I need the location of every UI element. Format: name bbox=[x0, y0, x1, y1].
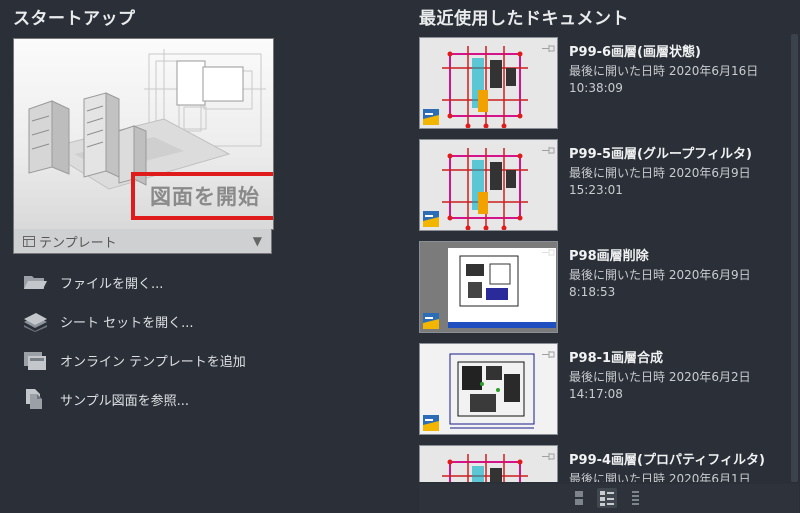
document-last-opened: 最後に開いた日時 2020年6月1日 bbox=[569, 472, 751, 482]
template-label: テンプレート bbox=[39, 235, 117, 251]
template-dropdown[interactable]: テンプレート ▼ bbox=[13, 229, 272, 254]
document-name[interactable]: P99-4画層(プロパティフィルタ) bbox=[569, 449, 765, 468]
document-thumbnail bbox=[419, 37, 558, 129]
recent-documents-list[interactable]: P99-6画層(画層状態) 最後に開いた日時 2020年6月16日 10:38:… bbox=[419, 34, 788, 482]
document-time: 15:23:01 bbox=[569, 183, 623, 197]
chevron-down-icon[interactable]: ▼ bbox=[253, 234, 262, 248]
document-time: 14:17:08 bbox=[569, 387, 623, 401]
recent-document-item[interactable]: P99-6画層(画層状態) 最後に開いた日時 2020年6月16日 10:38:… bbox=[419, 37, 788, 129]
floor-plan-thumbnail bbox=[442, 148, 528, 230]
list-preview-icon bbox=[600, 491, 614, 506]
open-sheet-set-link[interactable]: シート セットを開く... bbox=[22, 309, 194, 333]
pin-icon[interactable] bbox=[541, 146, 555, 155]
add-online-template-link[interactable]: オンライン テンプレートを追加 bbox=[22, 348, 246, 372]
scrollbar-thumb[interactable] bbox=[791, 34, 798, 482]
start-drawing-tile[interactable]: 図面を開始 bbox=[13, 38, 274, 230]
sample-drawing-icon bbox=[26, 389, 42, 409]
pin-icon[interactable] bbox=[541, 248, 555, 257]
recent-document-item[interactable]: P98画層削除 最後に開いた日時 2020年6月9日 8:18:53 bbox=[419, 241, 788, 333]
large-icon-view-button[interactable] bbox=[569, 488, 589, 508]
recent-scrollbar[interactable] bbox=[791, 34, 798, 482]
browse-sample-drawings-link[interactable]: サンプル図面を参照... bbox=[22, 387, 189, 411]
start-drawing-label[interactable]: 図面を開始 bbox=[131, 172, 273, 220]
document-last-opened: 最後に開いた日時 2020年6月2日 bbox=[569, 370, 751, 384]
add-online-template-label: オンライン テンプレートを追加 bbox=[60, 354, 246, 370]
browse-sample-drawings-label: サンプル図面を参照... bbox=[60, 393, 190, 409]
floor-plan-thumbnail bbox=[442, 46, 528, 128]
list-icon bbox=[632, 491, 639, 505]
dwg-file-icon bbox=[423, 415, 439, 431]
list-view-button[interactable] bbox=[625, 488, 645, 508]
document-thumbnail bbox=[419, 445, 558, 482]
startup-heading: スタートアップ bbox=[13, 9, 136, 29]
template-icon bbox=[23, 235, 35, 247]
folder-icon bbox=[24, 276, 47, 289]
document-last-opened: 最後に開いた日時 2020年6月16日 bbox=[569, 64, 759, 78]
list-with-preview-view-button[interactable] bbox=[597, 488, 617, 508]
open-file-label: ファイルを開く... bbox=[60, 276, 164, 292]
document-thumbnail bbox=[419, 139, 558, 231]
document-time: 10:38:09 bbox=[569, 81, 623, 95]
document-thumbnail bbox=[419, 241, 558, 333]
open-file-link[interactable]: ファイルを開く... bbox=[22, 270, 163, 294]
pin-icon[interactable] bbox=[541, 44, 555, 53]
recent-document-item[interactable]: P99-4画層(プロパティフィルタ) 最後に開いた日時 2020年6月1日 bbox=[419, 445, 788, 482]
sheet-set-icon bbox=[24, 313, 47, 332]
floor-plan-thumbnail bbox=[442, 454, 528, 482]
dwg-file-icon bbox=[423, 313, 439, 329]
dwg-file-icon bbox=[423, 109, 439, 125]
dwg-file-icon bbox=[423, 211, 439, 227]
online-template-icon bbox=[24, 352, 46, 370]
large-icons-icon bbox=[575, 491, 583, 505]
open-sheet-set-label: シート セットを開く... bbox=[60, 315, 194, 331]
document-name[interactable]: P99-6画層(画層状態) bbox=[569, 41, 701, 60]
document-time: 8:18:53 bbox=[569, 285, 616, 299]
layout-thumbnail bbox=[448, 248, 556, 328]
pin-icon[interactable] bbox=[541, 452, 555, 461]
document-last-opened: 最後に開いた日時 2020年6月9日 bbox=[569, 166, 751, 180]
document-name[interactable]: P98-1画層合成 bbox=[569, 347, 663, 366]
view-mode-bar bbox=[419, 484, 799, 513]
document-name[interactable]: P98画層削除 bbox=[569, 245, 649, 264]
document-last-opened: 最後に開いた日時 2020年6月9日 bbox=[569, 268, 751, 282]
recent-documents-heading: 最近使用したドキュメント bbox=[419, 9, 629, 29]
document-name[interactable]: P99-5画層(グループフィルタ) bbox=[569, 143, 752, 162]
document-thumbnail bbox=[419, 343, 558, 435]
floor-plan-thumbnail bbox=[449, 353, 535, 429]
recent-document-item[interactable]: P98-1画層合成 最後に開いた日時 2020年6月2日 14:17:08 bbox=[419, 343, 788, 435]
pin-icon[interactable] bbox=[541, 350, 555, 359]
recent-document-item[interactable]: P99-5画層(グループフィルタ) 最後に開いた日時 2020年6月9日 15:… bbox=[419, 139, 788, 231]
